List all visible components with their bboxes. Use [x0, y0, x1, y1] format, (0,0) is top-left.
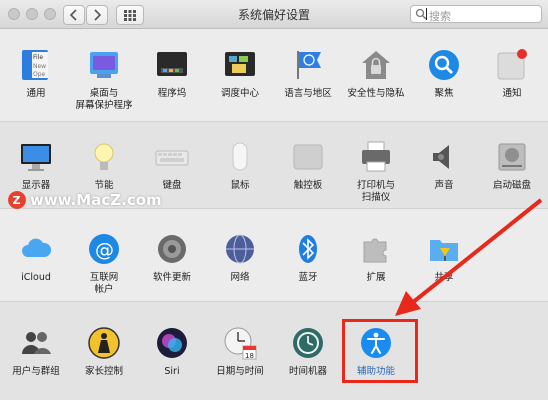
annotation-arrow: [395, 198, 543, 316]
